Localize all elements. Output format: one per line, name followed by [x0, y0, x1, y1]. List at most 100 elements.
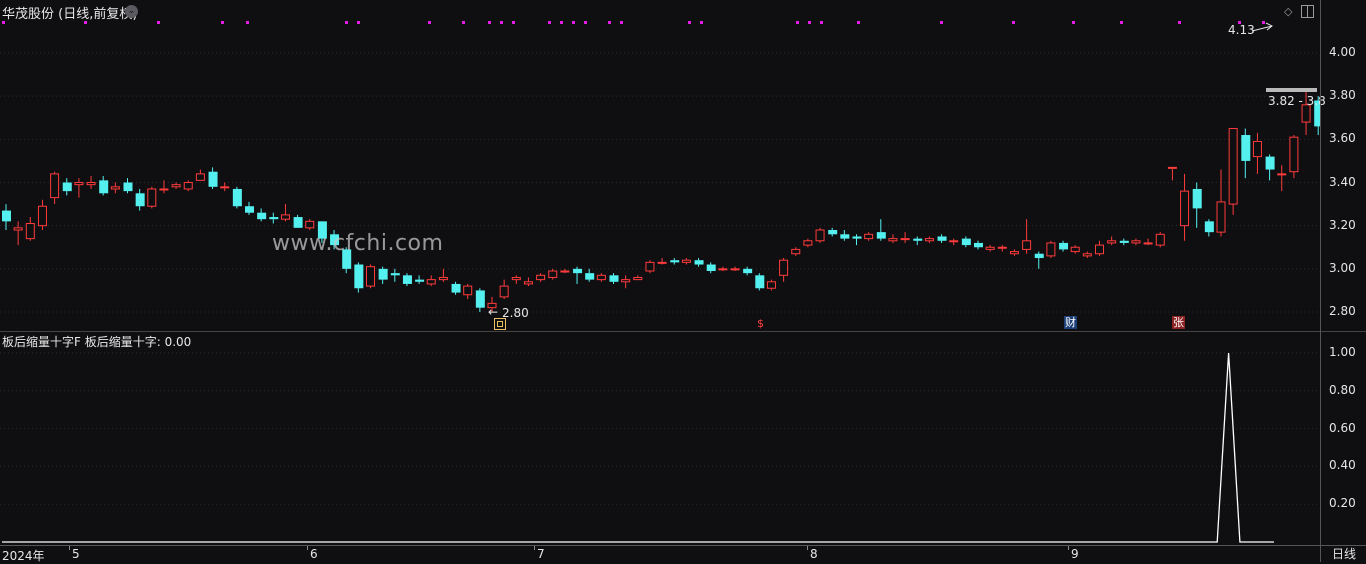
- candle-body-up: [1216, 201, 1226, 233]
- signal-dot: [1178, 21, 1181, 24]
- signal-dot: [1120, 21, 1123, 24]
- candle-body-down: [1265, 156, 1275, 170]
- candle-body-up: [985, 246, 995, 250]
- signal-dot: [1262, 21, 1265, 24]
- date-axis[interactable]: 2024年 5 6 7 8 9: [0, 545, 1320, 563]
- candle-body-down: [402, 275, 412, 284]
- signal-dot: [940, 21, 943, 24]
- candle-body-down: [937, 236, 947, 241]
- candle-body-up: [183, 182, 193, 190]
- price-tick-label: 3.80: [1329, 88, 1356, 103]
- candle-body-up: [25, 223, 35, 240]
- candle-body-up: [633, 276, 643, 281]
- price-tick-label: 4.00: [1329, 45, 1356, 59]
- price-tick-label: 3.20: [1329, 217, 1356, 232]
- signal-dot: [572, 21, 575, 24]
- indicator-tick-label: 0.40: [1329, 458, 1356, 473]
- candle-body-up: [195, 173, 205, 181]
- indicator-tick-label: 0.60: [1329, 420, 1356, 435]
- candle-body-down: [694, 260, 704, 265]
- indicator-axis[interactable]: 1.00 0.80 0.60 0.40 0.20: [1320, 333, 1366, 545]
- signal-dot: [84, 21, 87, 24]
- candle-body-down: [670, 260, 680, 263]
- signal-dot: [688, 21, 691, 24]
- candle-body-down: [1119, 240, 1129, 243]
- price-tick-label: 3.00: [1329, 260, 1356, 275]
- indicator-tick-label: 0.80: [1329, 382, 1356, 397]
- dollar-marker-icon[interactable]: $: [757, 317, 764, 330]
- candle-body-down: [135, 193, 145, 207]
- candle-body-up: [499, 285, 509, 298]
- candle-body-down: [415, 279, 425, 282]
- period-selector[interactable]: 日线: [1320, 545, 1366, 562]
- pane-divider[interactable]: [0, 331, 1320, 332]
- candle-body-down: [390, 273, 400, 276]
- candle-body-up: [596, 274, 606, 281]
- candle-body-up: [718, 268, 728, 271]
- signal-box-icon[interactable]: [494, 318, 506, 330]
- limit-up-marker[interactable]: 张: [1172, 316, 1185, 329]
- candle-body-up: [730, 268, 740, 271]
- candle-body-down: [974, 242, 983, 248]
- indicator-title: 板后缩量十字F 板后缩量十字: 0.00: [2, 335, 192, 349]
- price-axis[interactable]: 4.00 3.80 3.60 3.40 3.20 3.00 2.80: [1320, 0, 1366, 333]
- candle-body-down: [706, 264, 716, 271]
- date-axis-label: 5: [72, 547, 80, 561]
- candle-body-up: [1131, 240, 1141, 244]
- candle-body-up: [1143, 242, 1153, 245]
- date-axis-label: 6: [310, 547, 318, 561]
- chart-canvas[interactable]: [0, 0, 1320, 545]
- signal-dot: [700, 21, 703, 24]
- signal-dot: [428, 21, 431, 24]
- candle-body-up: [536, 274, 546, 281]
- candle-body-up: [511, 276, 521, 281]
- candle-body-up: [86, 182, 96, 186]
- candle-body-up: [366, 266, 375, 287]
- candle-body-up: [621, 279, 631, 283]
- candle-body-down: [208, 171, 218, 187]
- date-axis-tick: [307, 546, 308, 550]
- signal-dot: [221, 21, 224, 24]
- signal-dot: [608, 21, 611, 24]
- watermark: www.cfchi.com: [272, 231, 444, 256]
- candle-body-down: [99, 180, 109, 194]
- candle-body-down: [1241, 135, 1251, 161]
- low-arrow-icon: ←: [488, 305, 499, 319]
- signal-dot: [345, 21, 348, 24]
- date-axis-label: 2024年: [2, 549, 45, 563]
- candle-body-up: [13, 227, 23, 231]
- candle-body-down: [876, 232, 886, 239]
- candle-body-down: [269, 217, 279, 220]
- signal-dot: [857, 21, 860, 24]
- signal-dot: [620, 21, 623, 24]
- candle-body-up: [1022, 240, 1032, 250]
- indicator-line: [2, 352, 1274, 543]
- date-axis-label: 7: [537, 547, 545, 561]
- candle-body-down: [1192, 188, 1202, 209]
- candle-body-up: [159, 188, 169, 191]
- candle-body-down: [755, 275, 765, 289]
- candle-body-up: [280, 214, 290, 220]
- candle-body-down: [828, 229, 838, 235]
- candle-body-down: [840, 234, 850, 239]
- candle-body-up: [1228, 128, 1238, 205]
- candle-body-up: [791, 248, 801, 255]
- candle-body-up: [900, 238, 910, 241]
- signal-dot: [1012, 21, 1015, 24]
- candle-body-up: [37, 205, 47, 227]
- candle-body-down: [451, 283, 461, 293]
- candle-body-down: [1034, 253, 1044, 259]
- candle-body-up: [463, 285, 473, 296]
- candle-body-up: [110, 186, 120, 190]
- candle-body-down: [293, 217, 303, 228]
- finance-marker[interactable]: 财: [1064, 316, 1077, 329]
- signal-dot: [584, 21, 587, 24]
- candle-body-up: [220, 186, 230, 189]
- candle-body-up: [681, 259, 691, 263]
- price-tick-label: 3.40: [1329, 174, 1356, 189]
- candle-body-down: [62, 182, 72, 192]
- price-range-label: 3.82 - 3.8: [1268, 94, 1326, 108]
- candle-body-down: [1204, 221, 1214, 233]
- candle-body-up: [1046, 242, 1056, 257]
- signal-dot: [548, 21, 551, 24]
